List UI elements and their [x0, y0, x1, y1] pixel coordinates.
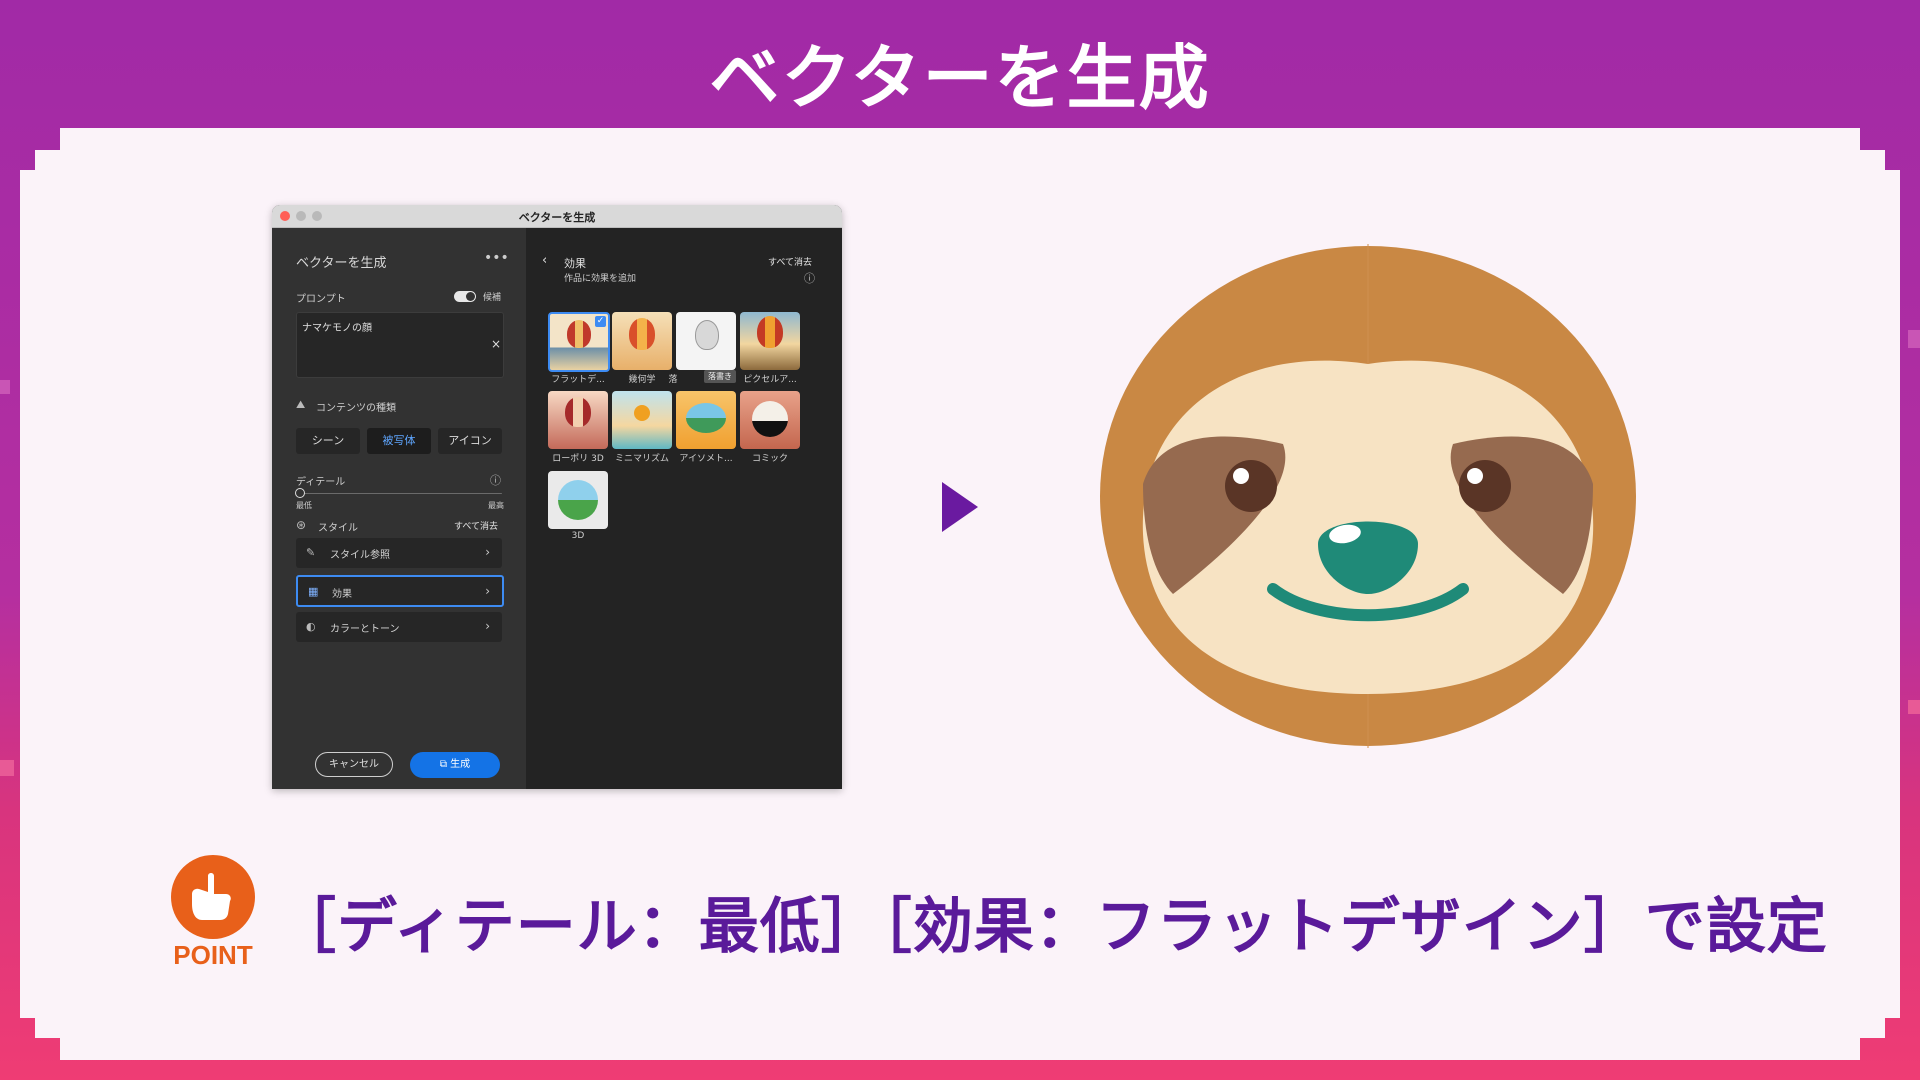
- style-icon: ⊛: [296, 518, 307, 532]
- sloth-face-illustration: [1100, 244, 1636, 748]
- effects-row[interactable]: ▦ 効果 ›: [296, 575, 504, 607]
- effect-caption: 3D: [571, 531, 585, 541]
- generate-icon: ⧉: [439, 759, 451, 770]
- panel-title: ベクターを生成: [296, 256, 387, 271]
- effect-caption: ローポリ 3D: [552, 454, 604, 464]
- cancel-button[interactable]: キャンセル: [315, 752, 393, 777]
- effect-caption: 落: [668, 375, 678, 385]
- info-icon[interactable]: ⓘ: [804, 270, 815, 286]
- effect-caption: コミック: [751, 454, 788, 464]
- style-label: スタイル: [318, 523, 358, 534]
- effect-thumb-pixel[interactable]: [740, 312, 800, 370]
- palette-icon: ◐: [306, 620, 316, 633]
- detail-slider-track[interactable]: [300, 493, 502, 494]
- detail-min-label: 最低: [296, 501, 312, 510]
- content-type-icon: ⛰: [296, 398, 306, 411]
- detail-slider-handle[interactable]: [295, 488, 305, 498]
- pixel-decoration: [0, 760, 14, 776]
- prompt-label: プロンプト: [296, 294, 346, 305]
- effect-thumb-lowpoly[interactable]: [548, 391, 608, 449]
- effect-caption: アイソメト...: [679, 454, 733, 464]
- effects-title: 効果: [564, 257, 586, 270]
- effects-panel: ‹ 効果 作品に効果を追加 すべて消去 ⓘ ✓ フラットデ... 幾何学 落 落…: [526, 228, 842, 789]
- window-titlebar: ベクターを生成: [272, 205, 842, 228]
- effect-caption: ミニマリズム: [614, 454, 669, 464]
- detail-label: ディテール: [296, 477, 346, 488]
- prompt-input[interactable]: ナマケモノの顔 ×: [296, 312, 504, 378]
- point-label: POINT: [173, 940, 253, 970]
- suggestions-toggle[interactable]: [454, 291, 476, 302]
- prompt-text: ナマケモノの顔: [302, 323, 372, 334]
- vector-generate-window: ベクターを生成 ベクターを生成 ••• プロンプト 候補 ナマケモノの顔 × ⛰…: [272, 205, 842, 789]
- effects-clear-all[interactable]: すべて消去: [768, 255, 812, 268]
- content-type-scene[interactable]: シーン: [296, 428, 360, 454]
- settings-panel: ベクターを生成 ••• プロンプト 候補 ナマケモノの顔 × ⛰ コンテンツの種…: [272, 228, 526, 789]
- pixel-decoration: [0, 380, 10, 394]
- info-icon[interactable]: ⓘ: [490, 472, 501, 488]
- suggestions-label: 候補: [483, 293, 502, 303]
- effect-thumb-3d[interactable]: [548, 471, 608, 529]
- style-clear-all[interactable]: すべて消去: [454, 519, 498, 532]
- content-type-icon-option[interactable]: アイコン: [438, 428, 502, 454]
- effects-label: 効果: [332, 589, 352, 600]
- pixel-decoration: [1908, 700, 1920, 714]
- content-type-label: コンテンツの種類: [316, 403, 396, 414]
- effect-thumb-doodle[interactable]: [676, 312, 736, 370]
- generate-button[interactable]: ⧉ 生成: [410, 752, 500, 778]
- slide-title: ベクターを生成: [709, 37, 1211, 119]
- effect-thumb-flat[interactable]: ✓: [548, 312, 610, 372]
- effect-caption: ピクセルア...: [743, 375, 797, 385]
- effects-icon: ▦: [308, 585, 319, 598]
- chevron-right-icon: ›: [485, 584, 490, 598]
- style-reference-row[interactable]: ✎ スタイル参照 ›: [296, 538, 502, 568]
- back-chevron-icon[interactable]: ‹: [542, 253, 547, 268]
- play-arrow-icon: [942, 482, 978, 532]
- more-options-icon[interactable]: •••: [484, 250, 509, 266]
- point-hand-icon: [171, 855, 255, 939]
- detail-max-label: 最高: [488, 501, 504, 510]
- color-tone-label: カラーとトーン: [330, 624, 400, 635]
- point-text: ［ディテール：最低］［効果：フラットデザイン］で設定: [276, 892, 1828, 962]
- chevron-right-icon: ›: [485, 545, 490, 559]
- effect-thumb-minimalism[interactable]: [612, 391, 672, 449]
- effect-caption: フラットデ...: [551, 375, 605, 385]
- style-reference-icon: ✎: [306, 546, 316, 559]
- chevron-right-icon: ›: [485, 619, 490, 633]
- window-title: ベクターを生成: [518, 211, 596, 224]
- effect-thumb-isometric[interactable]: [676, 391, 736, 449]
- clear-prompt-icon[interactable]: ×: [491, 337, 501, 351]
- effect-thumb-geometric[interactable]: [612, 312, 672, 370]
- effects-subtitle: 作品に効果を追加: [564, 274, 637, 284]
- color-tone-row[interactable]: ◐ カラーとトーン ›: [296, 612, 502, 642]
- style-reference-label: スタイル参照: [330, 550, 390, 561]
- generate-label: 生成: [450, 759, 471, 770]
- effect-thumb-comic[interactable]: [740, 391, 800, 449]
- pixel-decoration: [1908, 330, 1920, 348]
- doodle-tooltip: 落書き: [704, 370, 736, 383]
- content-type-subject[interactable]: 被写体: [367, 428, 431, 454]
